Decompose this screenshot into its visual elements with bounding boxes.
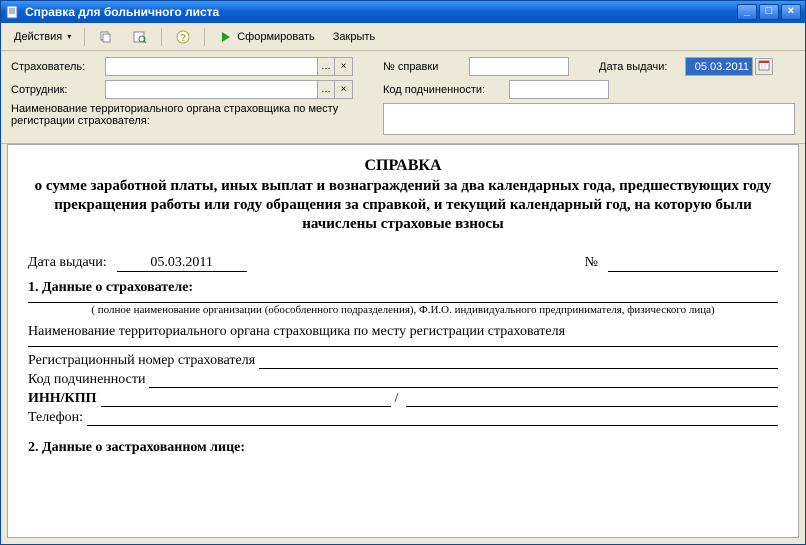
reg-no-label: Регистрационный номер страхователя — [28, 353, 255, 369]
issue-date-field — [685, 57, 773, 76]
chevron-down-icon: ▾ — [67, 32, 71, 41]
insurer-label: Страхователь: — [11, 61, 99, 73]
employee-input[interactable] — [105, 80, 317, 99]
copy-icon — [98, 29, 114, 45]
doc-sub-code-value — [149, 372, 778, 388]
calendar-icon — [758, 59, 770, 74]
ellipsis-button[interactable]: … — [317, 57, 335, 76]
phone-value — [87, 410, 778, 426]
doc-subtitle: о сумме заработной платы, иных выплат и … — [28, 177, 778, 233]
minimize-button[interactable]: _ — [737, 4, 757, 20]
doc-date-number-line: Дата выдачи: 05.03.2011 № — [28, 255, 778, 272]
employee-label: Сотрудник: — [11, 84, 99, 96]
territorial-input[interactable] — [383, 103, 795, 135]
window-buttons: _ □ × — [737, 4, 801, 20]
ellipsis-button[interactable]: … — [317, 80, 335, 99]
sub-code-input[interactable] — [509, 80, 609, 99]
find-icon — [132, 29, 148, 45]
find-button[interactable] — [125, 26, 155, 48]
territorial-value-line — [28, 346, 778, 347]
doc-sub-code-label: Код подчиненности — [28, 372, 145, 388]
territorial-label: Наименование территориального органа стр… — [11, 103, 353, 127]
ref-no-label: № справки — [383, 61, 463, 73]
play-icon — [218, 29, 234, 45]
reg-no-value — [259, 353, 778, 369]
doc-title: СПРАВКА — [28, 157, 778, 175]
calendar-button[interactable] — [755, 58, 773, 75]
separator — [204, 28, 205, 46]
insurer-input[interactable] — [105, 57, 317, 76]
phone-label: Телефон: — [28, 410, 83, 426]
clear-button[interactable]: × — [335, 57, 353, 76]
actions-menu[interactable]: Действия ▾ — [7, 26, 78, 48]
section1-title: 1. Данные о страхователе: — [28, 280, 778, 296]
document-preview: СПРАВКА о сумме заработной платы, иных в… — [7, 144, 799, 538]
inn-kpp-sep: / — [395, 391, 399, 407]
form-header: Страхователь: … × № справки Дата выдачи: — [1, 51, 805, 144]
app-window: Справка для больничного листа _ □ × Дейс… — [0, 0, 806, 545]
inn-value — [101, 391, 391, 407]
separator — [84, 28, 85, 46]
close-window-button[interactable]: × — [781, 4, 801, 20]
ref-no-input[interactable] — [469, 57, 569, 76]
titlebar: Справка для больничного листа _ □ × — [1, 1, 805, 23]
svg-text:?: ? — [180, 33, 186, 44]
inn-kpp-label: ИНН/КПП — [28, 391, 97, 407]
full-name-hint: ( полное наименование организации (обосо… — [28, 304, 778, 316]
doc-issue-date-label: Дата выдачи: — [28, 255, 107, 272]
territorial-text: Наименование территориального органа стр… — [28, 324, 778, 340]
doc-number-label: № — [585, 255, 598, 272]
help-button[interactable]: ? — [168, 26, 198, 48]
app-icon — [5, 4, 21, 20]
kpp-value — [406, 391, 778, 407]
toolbar: Действия ▾ ? Сформировать — [1, 23, 805, 51]
employee-combo: … × — [105, 80, 353, 99]
help-icon: ? — [175, 29, 191, 45]
full-name-line — [28, 302, 778, 303]
insurer-combo: … × — [105, 57, 353, 76]
separator — [161, 28, 162, 46]
generate-button[interactable]: Сформировать — [211, 26, 322, 48]
section2-title: 2. Данные о застрахованном лице: — [28, 440, 778, 456]
close-button[interactable]: Закрыть — [326, 26, 382, 48]
generate-label: Сформировать — [237, 31, 315, 43]
copy-button[interactable] — [91, 26, 121, 48]
clear-button[interactable]: × — [335, 80, 353, 99]
maximize-button[interactable]: □ — [759, 4, 779, 20]
doc-number-value — [608, 255, 778, 272]
close-label: Закрыть — [333, 31, 375, 43]
doc-issue-date-value: 05.03.2011 — [117, 255, 247, 272]
actions-label: Действия — [14, 31, 62, 43]
issue-date-input[interactable] — [685, 57, 753, 76]
issue-date-label: Дата выдачи: — [599, 61, 679, 73]
window-title: Справка для больничного листа — [25, 5, 737, 19]
sub-code-label: Код подчиненности: — [383, 84, 503, 96]
